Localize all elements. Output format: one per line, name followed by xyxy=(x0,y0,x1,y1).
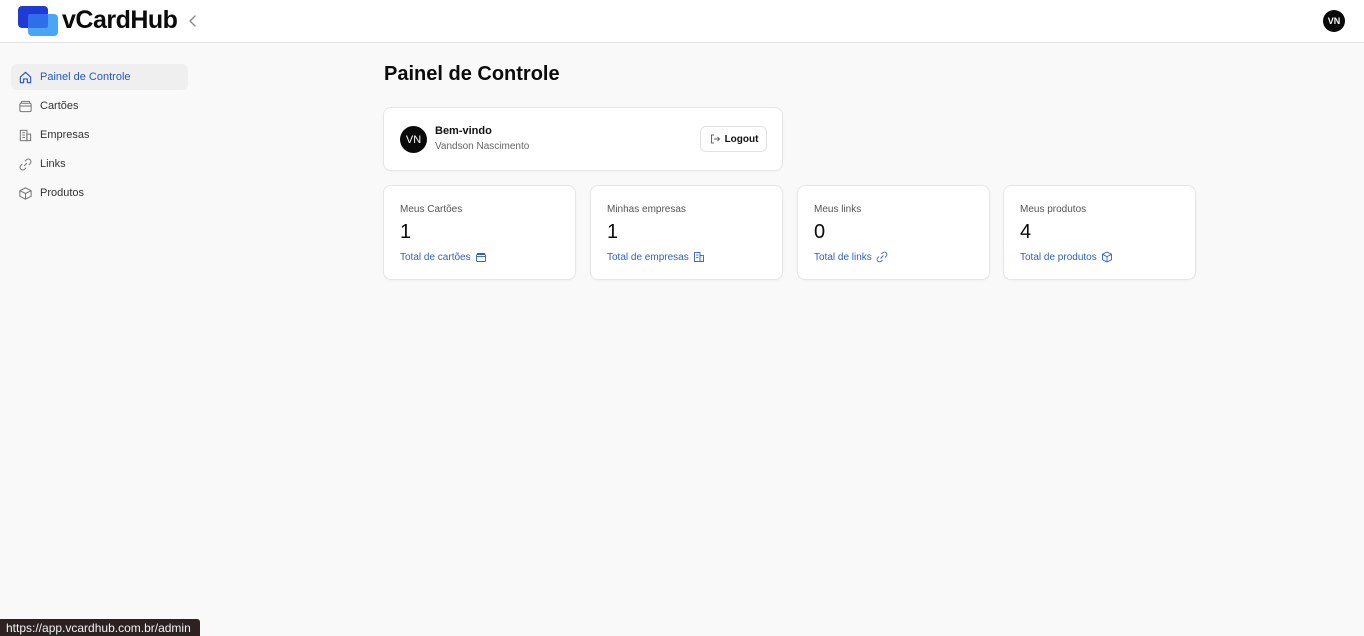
stat-footer-label: Total de cartões xyxy=(400,251,471,263)
stat-card-cartoes: Meus Cartões 1 Total de cartões xyxy=(383,185,576,280)
sidebar-item-label: Cartões xyxy=(40,100,79,112)
building-icon xyxy=(693,252,704,262)
logo-icon[interactable] xyxy=(18,4,60,38)
welcome-greeting: Bem-vindo xyxy=(435,125,492,137)
box-icon xyxy=(1101,251,1112,263)
chevron-left-icon xyxy=(189,15,196,27)
link-icon xyxy=(876,251,888,263)
stat-value: 1 xyxy=(400,221,412,243)
sidebar-item-label: Painel de Controle xyxy=(40,71,131,83)
box-icon xyxy=(17,185,33,201)
link-icon xyxy=(17,156,33,172)
user-avatar[interactable]: VN xyxy=(1323,10,1345,32)
stat-footer-label: Total de empresas xyxy=(607,251,689,263)
avatar: VN xyxy=(400,126,427,153)
building-icon xyxy=(17,127,33,143)
stat-footer-link[interactable]: Total de cartões xyxy=(400,251,487,263)
stat-card-empresas: Minhas empresas 1 Total de empresas xyxy=(590,185,783,280)
sidebar: Painel de Controle Cartões Empresas Link… xyxy=(0,43,200,636)
sidebar-item-empresas[interactable]: Empresas xyxy=(11,122,188,148)
wallet-icon xyxy=(475,253,486,262)
stat-footer-label: Total de produtos xyxy=(1020,251,1097,263)
brand-name[interactable]: vCardHub xyxy=(62,6,178,35)
status-bar-url: https://app.vcardhub.com.br/admin xyxy=(0,619,200,636)
stat-footer-link[interactable]: Total de empresas xyxy=(607,251,705,263)
sidebar-item-cartoes[interactable]: Cartões xyxy=(11,93,188,119)
sidebar-item-label: Produtos xyxy=(40,187,85,199)
stat-value: 1 xyxy=(607,221,619,243)
stat-footer-link[interactable]: Total de links xyxy=(814,251,888,263)
home-icon xyxy=(17,69,33,85)
stat-footer-label: Total de links xyxy=(814,251,872,263)
user-name: Vandson Nascimento xyxy=(435,141,530,152)
sidebar-item-links[interactable]: Links xyxy=(11,151,188,177)
sidebar-item-label: Empresas xyxy=(40,129,90,141)
logout-button[interactable]: Logout xyxy=(700,126,767,152)
stat-card-links: Meus links 0 Total de links xyxy=(797,185,990,280)
sidebar-item-painel[interactable]: Painel de Controle xyxy=(11,64,188,90)
stat-value: 4 xyxy=(1020,221,1032,243)
stat-label: Meus links xyxy=(814,204,862,215)
stat-card-produtos: Meus produtos 4 Total de produtos xyxy=(1003,185,1196,280)
top-header: vCardHub VN xyxy=(0,0,1364,43)
stat-label: Meus Cartões xyxy=(400,204,463,215)
sidebar-item-label: Links xyxy=(40,158,66,170)
stat-value: 0 xyxy=(814,221,826,243)
sidebar-item-produtos[interactable]: Produtos xyxy=(11,180,188,206)
stat-footer-link[interactable]: Total de produtos xyxy=(1020,251,1113,263)
welcome-card: VN Bem-vindo Vandson Nascimento Logout xyxy=(383,107,783,171)
logout-label: Logout xyxy=(724,133,759,145)
stat-label: Meus produtos xyxy=(1020,204,1087,215)
stat-label: Minhas empresas xyxy=(607,204,686,215)
page-title: Painel de Controle xyxy=(384,63,560,85)
wallet-icon xyxy=(17,98,33,114)
logout-icon xyxy=(710,134,720,144)
collapse-sidebar-button[interactable] xyxy=(186,12,200,30)
